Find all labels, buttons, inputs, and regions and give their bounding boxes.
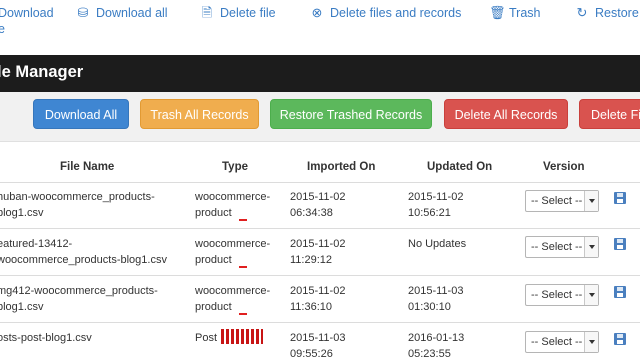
imported-on-cell: 2015-11-02 06:34:38 xyxy=(290,191,346,219)
imported-on-cell: 2015-11-03 09:55:26 xyxy=(290,332,346,360)
save-icon[interactable] xyxy=(614,286,626,298)
delete-files-records-link[interactable]: ⊗ Delete files and records xyxy=(310,5,462,21)
trash-link[interactable]: 🗑 Trash xyxy=(489,5,541,21)
delete-all-records-button[interactable]: Delete All Records xyxy=(444,99,568,129)
save-icon[interactable] xyxy=(614,238,626,250)
header-version: Version xyxy=(543,161,585,173)
header-imported-on: Imported On xyxy=(307,161,376,173)
delete-file-icon: 🗎 xyxy=(201,5,213,20)
row-divider xyxy=(0,322,640,323)
version-select[interactable]: -- Select -- xyxy=(525,284,599,306)
action-button-bar: Download All Trash All Records Restore T… xyxy=(0,92,640,142)
redaction-mark xyxy=(221,329,263,344)
header-updated-on: Updated On xyxy=(427,161,493,173)
header-divider xyxy=(0,182,640,183)
delete-records-icon: ⊗ xyxy=(311,5,323,20)
header-file-name: File Name xyxy=(60,161,115,173)
row-divider xyxy=(0,228,640,229)
header-type: Type xyxy=(222,161,248,173)
imported-on-cell: 2015-11-02 11:36:10 xyxy=(290,285,346,313)
version-select[interactable]: -- Select -- xyxy=(525,236,599,258)
download-all-label: Download all xyxy=(96,6,168,20)
top-toolbar: Download e ⛁ Download all 🗎 Delete file … xyxy=(0,0,640,55)
chevron-down-icon xyxy=(584,237,598,257)
file-name-cell: mg412-woocommerce_products- blog1.csv xyxy=(0,285,158,313)
restore-icon: ↻ xyxy=(576,5,588,20)
file-name-cell: huban-woocommerce_products- blog1.csv xyxy=(0,191,155,219)
trash-icon: 🗑 xyxy=(489,5,506,20)
updated-on-cell: 2016-01-13 05:23:55 xyxy=(408,332,465,360)
download-all-button[interactable]: Download All xyxy=(33,99,129,129)
type-marker xyxy=(239,313,247,315)
restore-link[interactable]: ↻ Restore xyxy=(575,5,639,21)
updated-on-cell: No Updates xyxy=(408,238,467,250)
save-icon[interactable] xyxy=(614,192,626,204)
download-all-link[interactable]: ⛁ Download all xyxy=(76,5,168,21)
updated-on-cell: 2015-11-02 10:56:21 xyxy=(408,191,464,219)
save-icon[interactable] xyxy=(614,333,626,345)
delete-file-label: Delete file xyxy=(220,6,276,20)
download-link[interactable]: Download xyxy=(0,6,54,20)
delete-file-link[interactable]: 🗎 Delete file xyxy=(200,5,276,21)
type-marker xyxy=(239,266,247,268)
row-divider xyxy=(0,275,640,276)
type-cell: woocommerce- product xyxy=(195,191,271,221)
version-select[interactable]: -- Select -- xyxy=(525,331,599,353)
download-all-icon: ⛁ xyxy=(77,5,89,20)
type-cell: woocommerce- product xyxy=(195,285,271,315)
download-link-wrap[interactable]: e xyxy=(0,22,5,36)
trash-label: Trash xyxy=(509,6,541,20)
type-cell: woocommerce- product xyxy=(195,238,271,268)
chevron-down-icon xyxy=(584,191,598,211)
type-cell: Post xyxy=(195,332,218,344)
updated-on-cell: 2015-11-03 01:30:10 xyxy=(408,285,464,313)
version-select[interactable]: -- Select -- xyxy=(525,190,599,212)
file-name-cell: osts-post-blog1.csv xyxy=(0,332,92,344)
restore-trashed-records-button[interactable]: Restore Trashed Records xyxy=(270,99,432,129)
download-label: Download xyxy=(0,6,54,20)
delete-files-button[interactable]: Delete Fi xyxy=(579,99,640,129)
imported-on-cell: 2015-11-02 11:29:12 xyxy=(290,238,346,266)
chevron-down-icon xyxy=(584,332,598,352)
type-marker xyxy=(239,219,247,221)
chevron-down-icon xyxy=(584,285,598,305)
file-name-cell: eatured-13412- woocommerce_products-blog… xyxy=(0,238,167,266)
title-bar: le Manager xyxy=(0,55,640,92)
page-title: le Manager xyxy=(0,63,84,81)
restore-label: Restore xyxy=(595,6,639,20)
trash-all-records-button[interactable]: Trash All Records xyxy=(140,99,259,129)
delete-files-records-label: Delete files and records xyxy=(330,6,462,20)
